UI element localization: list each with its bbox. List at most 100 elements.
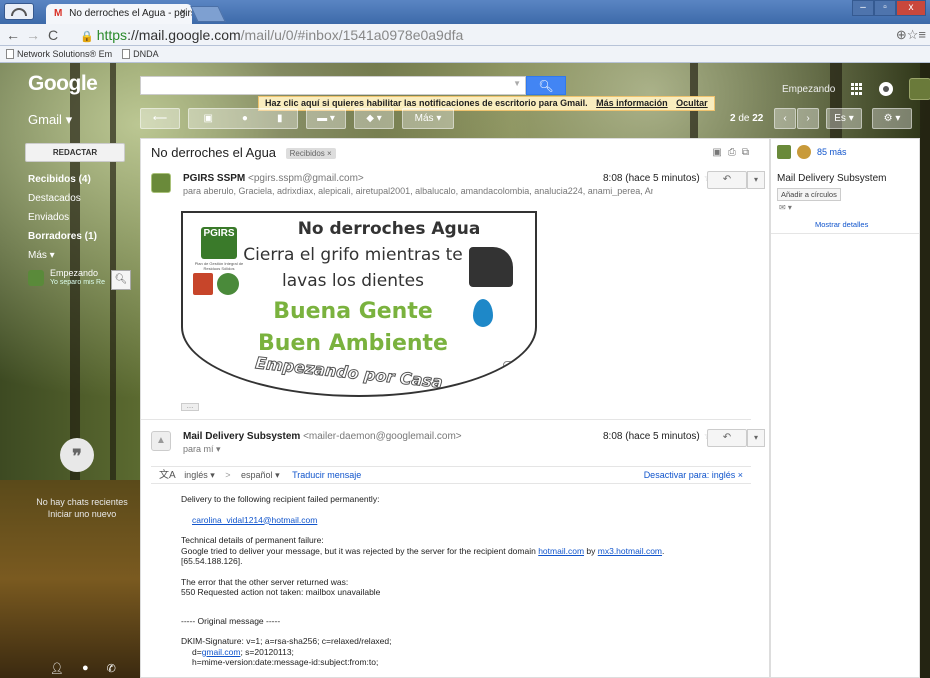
zoom-star-menu-icons[interactable]: ⊕☆≡ xyxy=(896,27,926,43)
move-to-button[interactable]: ▬ ▾ xyxy=(306,108,346,129)
action-toolbar: ⟵ ▣ ● ▮ ▬ ▾ ◆ ▾ Más ▾ xyxy=(140,108,454,130)
back-to-inbox-button[interactable]: ⟵ xyxy=(140,108,180,129)
water-drop-icon xyxy=(473,299,493,327)
sender-line: Mail Delivery Subsystem <mailer-daemon@g… xyxy=(183,431,462,442)
domain-link[interactable]: hotmail.com xyxy=(538,546,584,556)
url-scheme: https xyxy=(96,27,128,43)
reply-button[interactable]: ↶ xyxy=(707,171,747,189)
sender-name[interactable]: PGIRS SSPM xyxy=(183,173,245,184)
apps-grid-icon[interactable] xyxy=(851,83,863,95)
body-line: DKIM-Signature: v=1; a=rsa-sha256; c=rel… xyxy=(181,636,392,646)
page-sep: de xyxy=(738,113,750,124)
folder-list: Recibidos (4) Destacados Enviados Borrad… xyxy=(28,170,97,265)
mail-icon: ✉ xyxy=(779,203,786,212)
notice-hide-link[interactable]: Ocultar xyxy=(676,98,708,108)
archive-icon[interactable]: ▣ xyxy=(203,109,212,128)
expand-all-icon[interactable]: ▣ xyxy=(712,147,721,158)
gmail-domain-link[interactable]: gmail.com xyxy=(202,647,241,657)
phone-icon[interactable]: ✆ xyxy=(107,662,116,675)
chat-search-button[interactable]: 🔍︎ xyxy=(111,270,131,290)
recipient-avatar[interactable] xyxy=(797,145,811,159)
body-line: 550 Requested action not taken: mailbox … xyxy=(181,587,381,597)
notice-text[interactable]: Haz clic aquí si quieres habilitar las n… xyxy=(265,98,588,108)
bookmark-network-solutions[interactable]: Network Solutions® Em xyxy=(6,49,112,60)
recipients-line[interactable]: para mí ▾ xyxy=(183,444,653,455)
gmail-menu[interactable]: Gmail ▾ xyxy=(28,112,72,128)
back-arrow-icon[interactable]: ← xyxy=(6,27,20,43)
reload-icon[interactable]: C xyxy=(46,27,60,43)
tab-close-icon[interactable]: × xyxy=(180,7,186,18)
print-icon[interactable]: ⎙ xyxy=(728,147,736,158)
new-tab-button[interactable] xyxy=(190,6,226,22)
more-options-button[interactable]: ▾ xyxy=(747,171,765,189)
show-trimmed-content-button[interactable]: … xyxy=(181,403,199,411)
hangouts-bubble-icon[interactable]: ● xyxy=(82,662,89,675)
folder-icon: ▬ xyxy=(317,113,328,124)
notice-more-link[interactable]: Más información xyxy=(596,98,668,108)
newer-button[interactable]: ‹ xyxy=(774,108,796,129)
sender-email: <mailer-daemon@googlemail.com> xyxy=(303,431,462,442)
google-logo[interactable]: Google xyxy=(28,72,98,96)
sender-line: PGIRS SSPM <pgirs.sspm@gmail.com> xyxy=(183,173,364,184)
maximize-button[interactable]: ▫ xyxy=(874,0,896,16)
nav-more-label: Más xyxy=(28,250,47,261)
nav-drafts[interactable]: Borradores (1) xyxy=(28,227,97,246)
recipient-avatar[interactable] xyxy=(777,145,791,159)
pagination-count: 2 de 22 xyxy=(730,113,763,124)
mx-link[interactable]: mx3.hotmail.com xyxy=(598,546,662,556)
hands-icon xyxy=(503,361,525,377)
nav-starred[interactable]: Destacados xyxy=(28,189,97,208)
hangouts-icon: ❞ xyxy=(60,438,94,472)
page-icon xyxy=(122,49,131,60)
forward-arrow-icon[interactable]: → xyxy=(26,27,40,43)
sender-email: <pgirs.sspm@gmail.com> xyxy=(248,173,364,184)
body-word: d= xyxy=(192,646,202,657)
user-name-link[interactable]: Empezando xyxy=(782,84,835,95)
labels-button[interactable]: ◆ ▾ xyxy=(354,108,394,129)
more-actions-button[interactable]: Más ▾ xyxy=(402,108,454,129)
settings-button[interactable]: ⚙ ▾ xyxy=(872,108,912,129)
nav-inbox[interactable]: Recibidos (4) xyxy=(28,170,97,189)
notifications-icon[interactable] xyxy=(879,82,894,96)
browser-menu-icon[interactable] xyxy=(4,3,34,20)
input-tools-button[interactable]: Es ▾ xyxy=(826,108,862,129)
disable-translation-link[interactable]: Desactivar para: inglés × xyxy=(644,467,743,483)
bookmark-dnda[interactable]: DNDA xyxy=(122,49,159,60)
add-to-circles-button[interactable]: Añadir a círculos xyxy=(777,188,841,201)
chat-status[interactable]: Yo separo mis Re xyxy=(50,279,120,286)
compose-button[interactable]: REDACTAR xyxy=(25,143,125,162)
start-new-chat-link[interactable]: Iniciar uno nuevo xyxy=(22,508,142,520)
account-avatar[interactable] xyxy=(909,78,930,100)
reply-button[interactable]: ↶ xyxy=(707,429,747,447)
failed-recipient-link[interactable]: carolina_vidal1214@hotmail.com xyxy=(192,515,317,525)
reply-icon: ↶ xyxy=(722,432,732,443)
nav-more[interactable]: Más ▾ xyxy=(28,246,97,265)
show-details-link[interactable]: Mostrar detalles xyxy=(815,220,868,229)
minimize-button[interactable]: – xyxy=(852,0,874,16)
target-language-select[interactable]: español ▾ xyxy=(241,470,280,480)
search-input[interactable]: ▼ xyxy=(140,76,526,95)
recipients-line[interactable]: para aberulo, Graciela, adrixdiax, alepi… xyxy=(183,186,653,196)
no-chats-text: No hay chats recientes xyxy=(36,497,128,507)
source-language-select[interactable]: inglés ▾ xyxy=(184,470,215,480)
browser-tab[interactable]: M No derroches el Agua - pgirs × xyxy=(46,4,192,24)
contacts-icon[interactable]: 👤︎ xyxy=(50,662,64,675)
older-button[interactable]: › xyxy=(797,108,819,129)
label-chip-text: Recibidos xyxy=(289,149,325,159)
body-line: Google tried to deliver your message, bu… xyxy=(181,545,536,556)
email-menu[interactable]: ✉ ▾ xyxy=(779,203,792,212)
search-button[interactable]: 🔍︎ xyxy=(526,76,566,95)
translate-message-link[interactable]: Traducir mensaje xyxy=(292,470,361,480)
more-people-link[interactable]: 85 más xyxy=(817,147,847,157)
report-spam-icon[interactable]: ● xyxy=(242,109,248,128)
divider xyxy=(771,233,919,234)
sender-name[interactable]: Mail Delivery Subsystem xyxy=(183,431,300,442)
more-options-button[interactable]: ▾ xyxy=(747,429,765,447)
window-close-button[interactable]: x xyxy=(896,0,926,16)
delete-icon[interactable]: ▮ xyxy=(277,109,283,128)
url-field[interactable]: 🔒 https://mail.google.com/mail/u/0/#inbox… xyxy=(80,26,900,44)
new-window-icon[interactable]: ⧉ xyxy=(742,147,749,158)
inbox-label-chip[interactable]: Recibidos × xyxy=(285,148,336,160)
nav-sent[interactable]: Enviados xyxy=(28,208,97,227)
search-options-arrow-icon[interactable]: ▼ xyxy=(513,79,521,88)
